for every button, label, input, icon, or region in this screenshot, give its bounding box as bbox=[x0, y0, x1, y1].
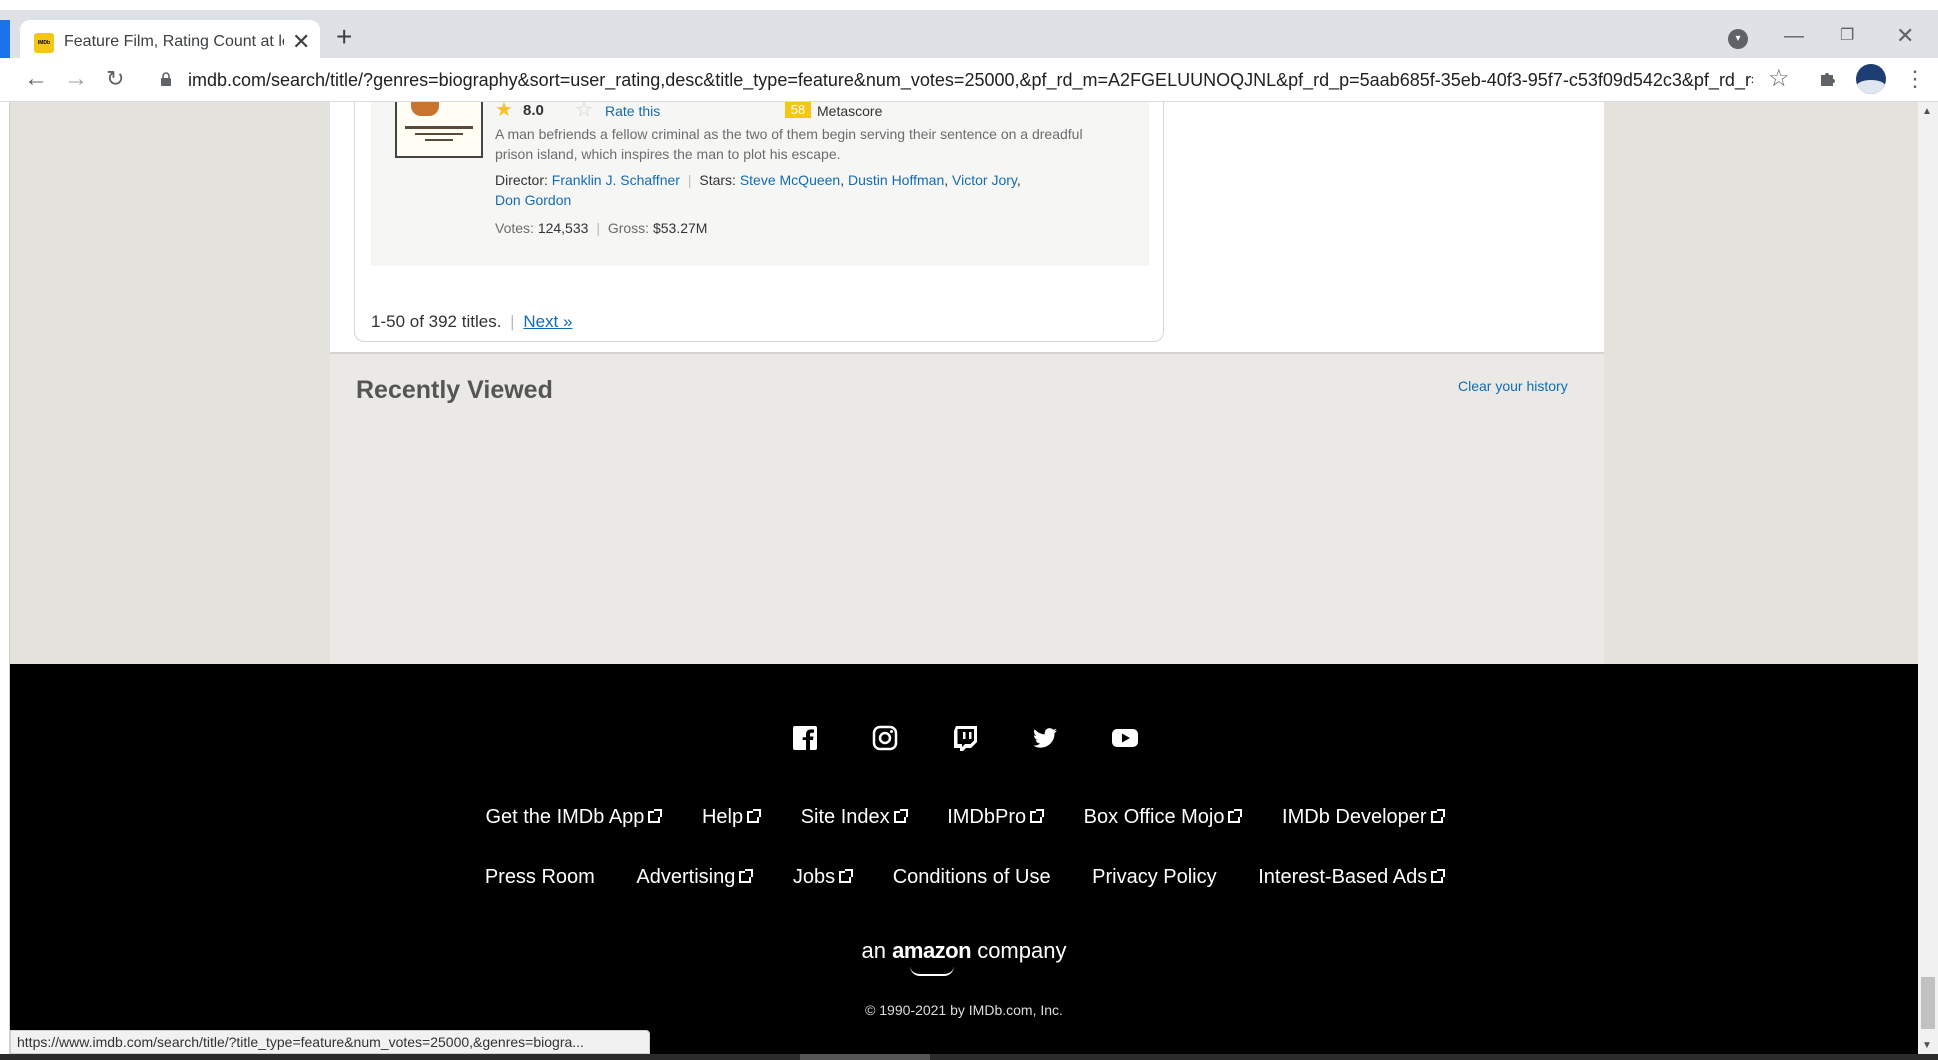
instagram-icon[interactable] bbox=[869, 722, 901, 754]
film-description: A man befriends a fellow criminal as the… bbox=[495, 126, 1083, 162]
rating-row: ★ 8.0 ☆ Rate this 58 Metascore bbox=[495, 102, 1135, 120]
footer-link-interest-based-ads[interactable]: Interest-Based Ads bbox=[1258, 866, 1446, 889]
clear-history-link[interactable]: Clear your history bbox=[1458, 378, 1568, 394]
metascore-label: Metascore bbox=[817, 103, 883, 119]
page-viewport: ★ 8.0 ☆ Rate this 58 Metascore A man bef… bbox=[10, 102, 1918, 1060]
result-count: 1-50 of 392 titles. bbox=[371, 312, 502, 331]
results-list-card: ★ 8.0 ☆ Rate this 58 Metascore A man bef… bbox=[354, 102, 1164, 342]
site-footer: Get the IMDb App Help Site Index IMDbPro… bbox=[10, 664, 1918, 1060]
footer-links-row-2: Press Room Advertising Jobs Conditions o… bbox=[10, 866, 1918, 889]
scroll-up-arrow-icon[interactable]: ▲ bbox=[1922, 106, 1932, 117]
footer-links-row-1: Get the IMDb App Help Site Index IMDbPro… bbox=[10, 806, 1918, 829]
new-tab-button[interactable]: + bbox=[336, 22, 352, 52]
votes-value: 124,533 bbox=[537, 220, 589, 236]
scrollbar-thumb[interactable] bbox=[1921, 977, 1935, 1029]
next-page-link[interactable]: Next » bbox=[523, 312, 572, 331]
youtube-icon[interactable] bbox=[1109, 722, 1141, 754]
main-content-column: ★ 8.0 ☆ Rate this 58 Metascore A man bef… bbox=[330, 102, 1604, 664]
footer-link-imdbpro[interactable]: IMDbPro bbox=[947, 806, 1045, 829]
imdb-favicon-icon: IMDb bbox=[34, 33, 54, 53]
twitter-icon[interactable] bbox=[1029, 722, 1061, 754]
external-link-icon bbox=[1030, 809, 1045, 823]
separator: | bbox=[596, 220, 600, 236]
restore-button[interactable]: ❐ bbox=[1840, 24, 1854, 48]
gross-label: Gross: bbox=[607, 220, 650, 236]
lock-icon[interactable] bbox=[160, 72, 172, 86]
external-link-icon bbox=[893, 809, 908, 823]
address-bar[interactable]: imdb.com/search/title/?genres=biography&… bbox=[188, 70, 1753, 91]
profile-avatar[interactable] bbox=[1856, 64, 1886, 94]
back-arrow-icon[interactable]: ← bbox=[24, 66, 48, 92]
stars-label: Stars: bbox=[699, 172, 736, 188]
browser-window: IMDb Feature Film, Rating Count at lea ✕… bbox=[0, 0, 1938, 1060]
copyright-text: © 1990-2021 by IMDb.com, Inc. bbox=[865, 1002, 1063, 1018]
external-link-icon bbox=[739, 869, 754, 883]
horizontal-scrollbar-thumb[interactable] bbox=[800, 1054, 930, 1060]
footer-link-help[interactable]: Help bbox=[702, 806, 762, 829]
social-links bbox=[789, 722, 1149, 758]
rate-this-link[interactable]: Rate this bbox=[605, 103, 660, 119]
metascore-badge: 58 bbox=[785, 102, 811, 118]
vertical-scrollbar[interactable]: ▲ ▼ bbox=[1918, 102, 1938, 1060]
gross-value: $53.27M bbox=[652, 220, 708, 236]
tab-title: Feature Film, Rating Count at lea bbox=[64, 33, 284, 50]
menu-kebab-icon[interactable]: ⋮ bbox=[1904, 66, 1926, 92]
film-stats: Votes: 124,533 | Gross: $53.27M bbox=[495, 220, 1115, 236]
twitch-icon[interactable] bbox=[949, 722, 981, 754]
amazon-smile-icon bbox=[910, 966, 954, 976]
film-poster[interactable] bbox=[395, 102, 483, 158]
close-window-button[interactable]: ✕ bbox=[1896, 24, 1914, 48]
minimize-button[interactable]: — bbox=[1784, 24, 1804, 48]
link-status-bar: https://www.imdb.com/search/title/?title… bbox=[10, 1030, 650, 1054]
tab-search-icon[interactable]: ▾ bbox=[1728, 29, 1748, 49]
star-link[interactable]: Dustin Hoffman bbox=[848, 172, 944, 188]
results-area: ★ 8.0 ☆ Rate this 58 Metascore A man bef… bbox=[330, 102, 1604, 352]
director-label: Director: bbox=[495, 172, 548, 188]
close-tab-icon[interactable]: ✕ bbox=[292, 30, 310, 54]
footer-link-press-room[interactable]: Press Room bbox=[485, 866, 595, 889]
director-link[interactable]: Franklin J. Schaffner bbox=[552, 172, 680, 188]
footer-link-privacy-policy[interactable]: Privacy Policy bbox=[1092, 866, 1216, 889]
film-credits: Director: Franklin J. Schaffner | Stars:… bbox=[495, 172, 1021, 208]
window-left-edge bbox=[0, 102, 10, 1060]
recently-viewed-title: Recently Viewed bbox=[356, 376, 553, 404]
recently-viewed-section: Recently Viewed Clear your history bbox=[330, 352, 1604, 664]
external-link-icon bbox=[747, 809, 762, 823]
external-link-icon bbox=[839, 869, 854, 883]
extensions-puzzle-icon[interactable] bbox=[1818, 68, 1838, 88]
external-link-icon bbox=[1431, 869, 1446, 883]
external-link-icon bbox=[1228, 809, 1243, 823]
rating-star-icon: ★ bbox=[495, 102, 513, 121]
footer-link-imdb-developer[interactable]: IMDb Developer bbox=[1282, 806, 1445, 829]
star-link[interactable]: Victor Jory bbox=[952, 172, 1017, 188]
footer-link-jobs[interactable]: Jobs bbox=[793, 866, 854, 889]
external-link-icon bbox=[1430, 809, 1445, 823]
horizontal-scrollbar[interactable] bbox=[0, 1054, 1938, 1060]
scroll-down-arrow-icon[interactable]: ▼ bbox=[1922, 1040, 1932, 1051]
window-accent bbox=[0, 20, 10, 60]
imdb-rating: 8.0 bbox=[523, 102, 544, 119]
amazon-company-logo: an amazon company bbox=[861, 938, 1067, 963]
rate-star-icon[interactable]: ☆ bbox=[575, 102, 593, 120]
bookmark-star-icon[interactable]: ☆ bbox=[1768, 66, 1790, 92]
footer-link-site-index[interactable]: Site Index bbox=[801, 806, 908, 829]
tab-strip: IMDb Feature Film, Rating Count at lea ✕… bbox=[0, 0, 1938, 68]
footer-link-box-office-mojo[interactable]: Box Office Mojo bbox=[1084, 806, 1243, 829]
external-link-icon bbox=[648, 809, 663, 823]
reload-icon[interactable]: ↻ bbox=[106, 66, 124, 92]
pagination: 1-50 of 392 titles. | Next » bbox=[371, 312, 572, 332]
star-link[interactable]: Don Gordon bbox=[495, 192, 571, 208]
footer-link-get-app[interactable]: Get the IMDb App bbox=[485, 806, 663, 829]
footer-link-conditions-of-use[interactable]: Conditions of Use bbox=[893, 866, 1051, 889]
browser-toolbar: ← → ↻ imdb.com/search/title/?genres=biog… bbox=[0, 58, 1938, 102]
star-link[interactable]: Steve McQueen bbox=[740, 172, 840, 188]
votes-label: Votes: bbox=[495, 220, 534, 236]
facebook-icon[interactable] bbox=[789, 722, 821, 754]
forward-arrow-icon[interactable]: → bbox=[64, 66, 88, 92]
separator: | bbox=[510, 312, 515, 331]
footer-link-advertising[interactable]: Advertising bbox=[636, 866, 754, 889]
list-item: ★ 8.0 ☆ Rate this 58 Metascore A man bef… bbox=[371, 102, 1149, 266]
separator: | bbox=[687, 172, 692, 188]
